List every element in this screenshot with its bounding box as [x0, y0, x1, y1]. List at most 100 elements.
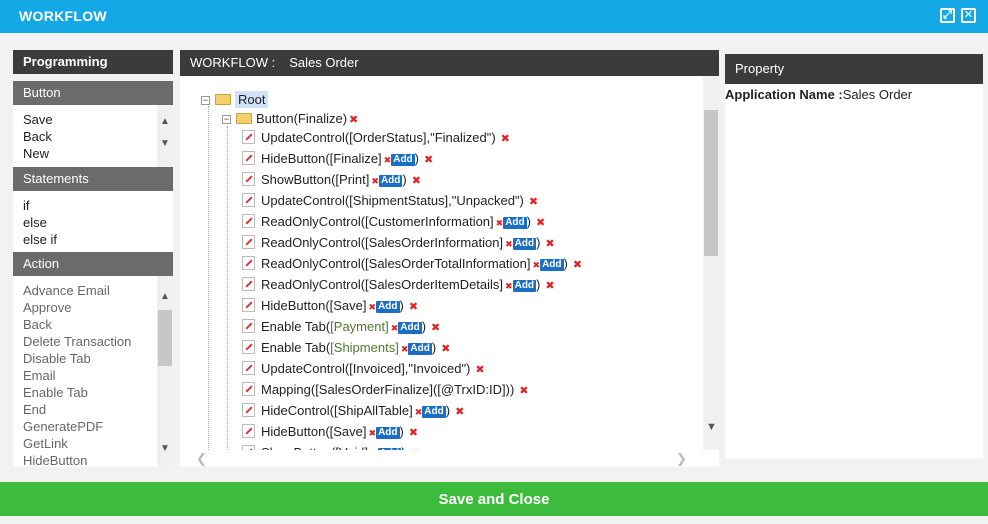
- remove-icon[interactable]: ✖: [455, 406, 464, 418]
- scroll-down-icon[interactable]: ▼: [160, 444, 170, 454]
- button-list-scrollbar[interactable]: ▲ ▼: [157, 105, 173, 167]
- statements-section-header[interactable]: Statements: [13, 167, 173, 191]
- button-list-item[interactable]: Save: [13, 111, 173, 128]
- scroll-up-icon[interactable]: ▲: [160, 117, 170, 127]
- tree-vertical-scrollbar[interactable]: ▼: [703, 76, 719, 450]
- tree-node[interactable]: HideButton([Save] ✖ Add) ✖: [242, 297, 418, 316]
- remove-icon[interactable]: ✖: [573, 259, 582, 271]
- scrollbar-thumb[interactable]: [158, 310, 172, 366]
- collapse-icon[interactable]: −: [201, 96, 210, 105]
- add-button[interactable]: Add: [398, 322, 422, 334]
- remove-icon[interactable]: ✖: [412, 175, 421, 187]
- remove-param-icon[interactable]: ✖: [369, 428, 377, 438]
- node-text: ReadOnlyControl([CustomerInformation]: [261, 214, 494, 229]
- remove-param-icon[interactable]: ✖: [415, 407, 423, 417]
- scrollbar-thumb[interactable]: [704, 110, 718, 256]
- tree-branch-button[interactable]: Button(Finalize) ✖: [236, 110, 358, 129]
- scroll-down-icon[interactable]: ▼: [160, 139, 170, 149]
- tree-node[interactable]: ReadOnlyControl([SalesOrderInformation] ✖…: [242, 234, 555, 253]
- remove-icon[interactable]: ✖: [519, 385, 528, 397]
- tree-node[interactable]: HideButton([Save] ✖ Add) ✖: [242, 423, 418, 442]
- add-button[interactable]: Add: [376, 301, 400, 313]
- remove-param-icon[interactable]: ✖: [371, 176, 379, 186]
- statement-list-item[interactable]: if: [13, 197, 173, 214]
- add-button[interactable]: Add: [378, 175, 403, 187]
- add-button[interactable]: Add: [422, 406, 446, 418]
- remove-icon[interactable]: ✖: [536, 217, 545, 229]
- tree-horizontal-scrollbar[interactable]: ❮ ❯: [180, 450, 703, 467]
- action-list-item[interactable]: Disable Tab: [13, 350, 173, 367]
- add-button[interactable]: Add: [408, 343, 432, 355]
- node-text: ReadOnlyControl([SalesOrderItemDetails]: [261, 277, 504, 292]
- remove-param-icon[interactable]: ✖: [369, 302, 377, 312]
- remove-icon[interactable]: ✖: [431, 322, 440, 334]
- action-list-item[interactable]: GetLink: [13, 435, 173, 452]
- action-list-item[interactable]: Advance Email: [13, 282, 173, 299]
- remove-icon[interactable]: ✖: [441, 343, 450, 355]
- tree-node[interactable]: Enable Tab([Payment] ✖ Add) ✖: [242, 318, 440, 337]
- tree-node[interactable]: HideButton([Finalize] ✖ Add) ✖: [242, 150, 433, 169]
- remove-icon[interactable]: ✖: [409, 301, 418, 313]
- button-section-header[interactable]: Button: [13, 81, 173, 105]
- remove-icon[interactable]: ✖: [529, 196, 538, 208]
- tree-node[interactable]: UpdateControl([ShipmentStatus],"Unpacked…: [242, 192, 538, 211]
- remove-param-icon[interactable]: ✖: [533, 260, 541, 270]
- remove-icon[interactable]: ✖: [545, 280, 554, 292]
- tree-node[interactable]: Mapping([SalesOrderFinalize]([@TrxID:ID]…: [242, 381, 529, 400]
- tree-node[interactable]: ShowButton([Print] ✖ Add) ✖: [242, 171, 421, 190]
- statement-list-item[interactable]: else if: [13, 231, 173, 248]
- scroll-right-icon[interactable]: ❯: [676, 451, 687, 467]
- action-list-item[interactable]: GeneratePDF: [13, 418, 173, 435]
- button-list-item[interactable]: New: [13, 145, 173, 162]
- action-list-item[interactable]: HideButton: [13, 452, 173, 467]
- node-text-end: ): [414, 151, 420, 166]
- add-button[interactable]: Add: [512, 280, 537, 292]
- tree-node[interactable]: HideControl([ShipAllTable] ✖ Add) ✖: [242, 402, 464, 421]
- action-list-item[interactable]: Approve: [13, 299, 173, 316]
- save-and-close-button[interactable]: Save and Close: [0, 482, 988, 516]
- remove-param-icon[interactable]: ✖: [496, 218, 504, 228]
- node-text-end: ): [536, 235, 541, 250]
- action-list-item[interactable]: Email: [13, 367, 173, 384]
- remove-param-icon[interactable]: ✖: [505, 239, 513, 249]
- action-list-item[interactable]: End: [13, 401, 173, 418]
- statement-list-item[interactable]: else: [13, 214, 173, 231]
- remove-param-icon[interactable]: ✖: [384, 155, 392, 165]
- add-button[interactable]: Add: [391, 154, 415, 166]
- remove-icon[interactable]: ✖: [424, 154, 433, 166]
- close-icon[interactable]: ✕: [961, 8, 976, 23]
- tree-node[interactable]: ReadOnlyControl([SalesOrderTotalInformat…: [242, 255, 582, 274]
- action-list-item[interactable]: Delete Transaction: [13, 333, 173, 350]
- remove-icon[interactable]: ✖: [349, 114, 358, 126]
- add-button[interactable]: Add: [540, 259, 564, 271]
- tree-node[interactable]: UpdateControl([Invoiced],"Invoiced") ✖: [242, 360, 485, 379]
- add-button[interactable]: Add: [503, 217, 527, 229]
- remove-param-icon[interactable]: ✖: [391, 323, 399, 333]
- tree-node[interactable]: Enable Tab([Shipments] ✖ Add) ✖: [242, 339, 450, 358]
- tree-node[interactable]: ReadOnlyControl([CustomerInformation] ✖ Ad…: [242, 213, 545, 232]
- action-list-scrollbar[interactable]: ▲ ▼: [157, 276, 173, 467]
- add-button[interactable]: Add: [512, 238, 537, 250]
- scroll-up-icon[interactable]: ▲: [160, 292, 170, 302]
- tree-node[interactable]: UpdateControl([OrderStatus],"Finalized")…: [242, 129, 510, 148]
- button-list-item[interactable]: Back: [13, 128, 173, 145]
- tree-root[interactable]: Root: [215, 91, 269, 109]
- remove-param-icon[interactable]: ✖: [401, 344, 409, 354]
- scroll-left-icon[interactable]: ❮: [196, 451, 207, 467]
- action-list-item[interactable]: Back: [13, 316, 173, 333]
- action-node-icon: [242, 361, 255, 375]
- remove-icon[interactable]: ✖: [409, 427, 418, 439]
- action-list-item[interactable]: Enable Tab: [13, 384, 173, 401]
- scroll-down-icon[interactable]: ▼: [706, 421, 717, 433]
- maximize-icon[interactable]: ⤢: [940, 8, 955, 23]
- remove-icon[interactable]: ✖: [545, 238, 554, 250]
- add-button[interactable]: Add: [376, 427, 400, 439]
- remove-icon[interactable]: ✖: [475, 364, 484, 376]
- tree-node[interactable]: ReadOnlyControl([SalesOrderItemDetails] ✖…: [242, 276, 555, 295]
- action-section-header[interactable]: Action: [13, 252, 173, 276]
- remove-param-icon[interactable]: ✖: [505, 281, 513, 291]
- node-text: HideButton([Finalize]: [261, 151, 382, 166]
- remove-icon[interactable]: ✖: [501, 133, 510, 145]
- collapse-icon[interactable]: −: [222, 115, 231, 124]
- node-tab-name: [Payment]: [330, 319, 389, 334]
